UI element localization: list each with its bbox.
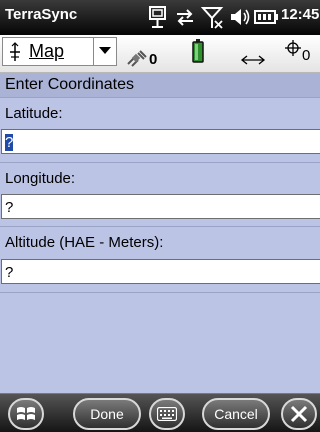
satellite-icon[interactable]	[125, 50, 147, 68]
no-signal-icon[interactable]	[201, 3, 225, 31]
satellite-crosshair-icon[interactable]	[284, 39, 302, 57]
battery-icon[interactable]	[192, 39, 204, 63]
form-title-bar: Enter Coordinates	[0, 73, 320, 98]
latitude-input[interactable]: ?	[1, 129, 320, 154]
latitude-label: Latitude:	[5, 105, 63, 122]
soft-key-bar: Done Cancel	[0, 393, 320, 432]
start-button[interactable]	[8, 398, 44, 430]
dropdown-arrow-icon[interactable]	[93, 38, 116, 65]
close-button[interactable]	[281, 398, 317, 430]
cancel-button[interactable]: Cancel	[202, 398, 270, 430]
longitude-input[interactable]: ?	[1, 194, 320, 219]
longitude-value: ?	[5, 199, 14, 216]
form-title: Enter Coordinates	[5, 76, 134, 93]
map-pin-icon	[10, 42, 20, 61]
keyboard-icon	[157, 407, 177, 421]
app-title: TerraSync	[5, 6, 78, 23]
volume-icon[interactable]	[227, 3, 251, 31]
windows-start-icon	[17, 407, 35, 420]
status-bar: TerraSync 12:45	[0, 0, 320, 35]
done-button[interactable]: Done	[73, 398, 141, 430]
enter-coordinates-form: Enter Coordinates Latitude: ? Longitude:…	[0, 73, 320, 393]
altitude-input[interactable]: ?	[1, 259, 320, 284]
close-icon	[290, 405, 308, 423]
divider	[0, 226, 320, 227]
divider	[0, 292, 320, 293]
longitude-label: Longitude:	[5, 170, 76, 187]
arrows-icon[interactable]	[240, 54, 266, 66]
satellites-used-count: 0	[149, 51, 158, 68]
altitude-value: ?	[5, 264, 14, 281]
keyboard-button[interactable]	[149, 398, 185, 430]
battery-icon[interactable]	[253, 3, 280, 31]
toolbar: Map 0 0	[0, 35, 320, 73]
sync-icon[interactable]	[173, 3, 197, 31]
view-selector-label: Map	[29, 41, 65, 61]
altitude-label: Altitude (HAE - Meters):	[5, 234, 164, 251]
latitude-value: ?	[5, 134, 14, 151]
connection-icon[interactable]	[146, 3, 170, 31]
view-selector[interactable]: Map	[2, 37, 117, 66]
satellites-visible-count: 0	[302, 47, 311, 64]
clock[interactable]: 12:45	[281, 6, 319, 23]
divider	[0, 162, 320, 163]
